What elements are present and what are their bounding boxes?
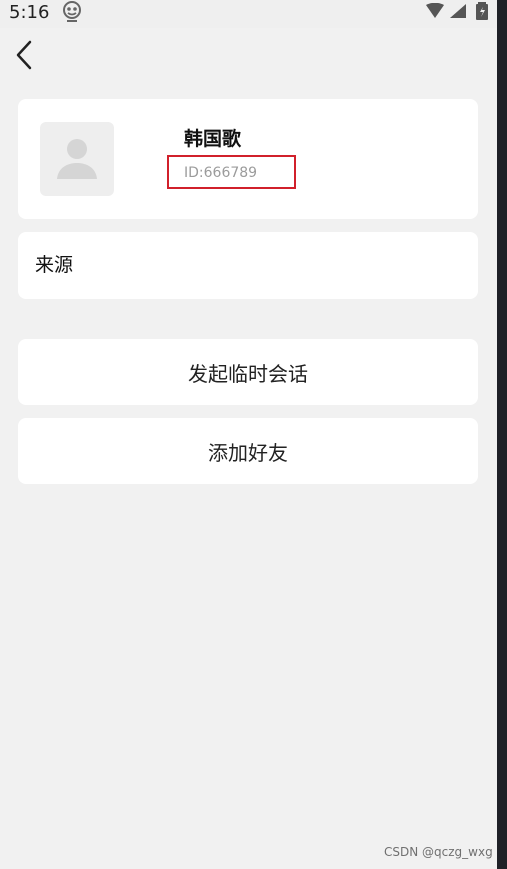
start-temp-chat-button[interactable]: 发起临时会话 bbox=[18, 339, 478, 405]
signal-icon bbox=[450, 4, 466, 18]
source-row[interactable]: 来源 bbox=[18, 232, 478, 299]
user-id: ID:666789 bbox=[184, 165, 258, 181]
watermark: CSDN @qczg_wxg bbox=[384, 845, 493, 859]
battery-icon bbox=[476, 2, 488, 20]
source-label: 来源 bbox=[35, 254, 74, 276]
avatar bbox=[40, 122, 114, 196]
wifi-icon bbox=[426, 3, 444, 18]
app-notification-icon bbox=[63, 1, 81, 22]
add-friend-label: 添加好友 bbox=[208, 440, 288, 465]
status-time: 5:16 bbox=[9, 2, 50, 23]
start-temp-chat-label: 发起临时会话 bbox=[188, 361, 308, 386]
status-bar: 5:16 bbox=[0, 0, 497, 28]
profile-card: 韩国歌 ID:666789 bbox=[18, 99, 478, 219]
add-friend-button[interactable]: 添加好友 bbox=[18, 418, 478, 484]
right-edge-strip bbox=[497, 0, 507, 869]
chevron-left-icon bbox=[16, 40, 32, 70]
user-id-highlight-box: ID:666789 bbox=[167, 155, 296, 189]
user-name: 韩国歌 bbox=[184, 128, 242, 150]
person-placeholder-icon bbox=[57, 139, 97, 179]
back-button[interactable] bbox=[10, 38, 40, 72]
